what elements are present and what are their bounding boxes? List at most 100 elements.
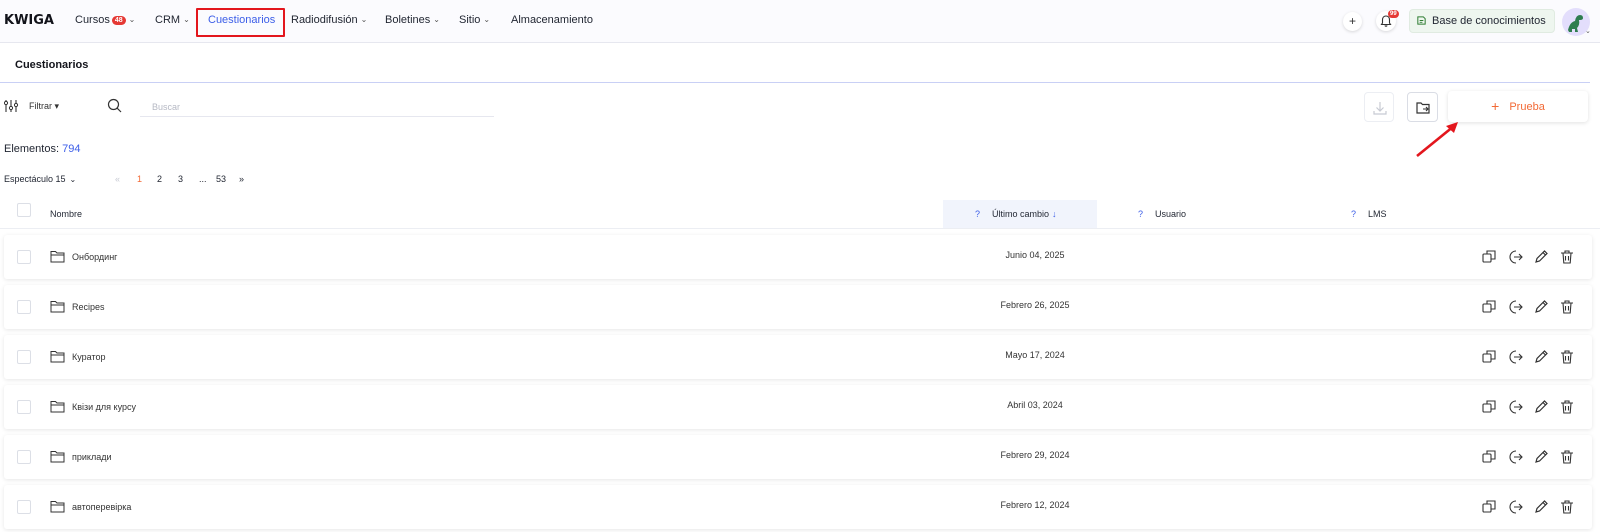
copy-icon[interactable] [1480,348,1498,366]
row-name[interactable]: Recipes [72,302,105,312]
column-header-last-change[interactable]: ? Último cambio ↓ [975,209,1057,219]
column-header-label: Usuario [1155,209,1187,219]
row-name[interactable]: приклади [72,452,111,462]
nav-item-boletines[interactable]: Boletines ⌄ [385,14,440,26]
nav-item-almacenamiento[interactable]: Almacenamiento [511,14,593,26]
download-button[interactable] [1364,92,1394,122]
column-header-lms[interactable]: ? LMS [1351,209,1387,219]
copy-icon[interactable] [1480,298,1498,316]
column-header-name[interactable]: Nombre [50,209,82,219]
row-name[interactable]: Куратор [72,352,106,362]
row-actions [1480,298,1584,321]
row-actions [1480,348,1584,371]
row-checkbox[interactable] [17,350,31,364]
create-quiz-button[interactable]: + Prueba [1448,91,1588,122]
edit-pencil-icon[interactable] [1532,398,1550,416]
move-icon[interactable] [1506,498,1524,516]
search-icon [107,98,122,118]
move-icon[interactable] [1506,298,1524,316]
row-checkbox[interactable] [17,250,31,264]
sort-desc-icon: ↓ [1052,209,1057,219]
move-icon[interactable] [1506,248,1524,266]
row-checkbox[interactable] [17,300,31,314]
table-row[interactable]: Онбординг Junio 04, 2025 [4,235,1592,279]
copy-icon[interactable] [1480,448,1498,466]
edit-pencil-icon[interactable] [1532,448,1550,466]
row-actions [1480,398,1584,421]
row-name[interactable]: Онбординг [72,252,117,262]
row-date: Mayo 17, 2024 [1005,350,1065,360]
move-icon[interactable] [1506,448,1524,466]
table-header-divider [0,228,1600,229]
pagination-prev[interactable]: « [115,174,120,184]
trash-icon[interactable] [1558,348,1576,366]
per-page-label: Espectáculo 15 [4,174,66,184]
app-logo[interactable]: KWIGA [4,13,54,28]
help-icon[interactable]: ? [1138,209,1143,219]
copy-icon[interactable] [1480,498,1498,516]
annotation-arrow-icon [1416,122,1458,158]
move-icon[interactable] [1506,348,1524,366]
column-header-user[interactable]: ? Usuario [1138,209,1186,219]
folder-icon [50,251,65,263]
select-all-checkbox[interactable] [17,203,31,217]
folder-icon [50,501,65,513]
row-checkbox[interactable] [17,400,31,414]
edit-pencil-icon[interactable] [1532,298,1550,316]
row-checkbox[interactable] [17,450,31,464]
trash-icon[interactable] [1558,448,1576,466]
nav-item-cursos[interactable]: Cursos 48 ⌄ [75,14,135,26]
table-row[interactable]: Куратор Mayo 17, 2024 [4,335,1592,379]
chevron-down-icon: ⌄ [69,175,77,184]
edit-pencil-icon[interactable] [1532,248,1550,266]
elements-label: Elementos: [4,143,60,155]
nav-item-label: Sitio [459,14,481,26]
row-date: Febrero 12, 2024 [1000,500,1070,510]
chevron-down-icon: ⌄ [483,15,491,24]
row-date: Febrero 29, 2024 [1000,450,1070,460]
row-checkbox[interactable] [17,500,31,514]
pagination-page-2[interactable]: 2 [157,174,162,184]
pagination-page-1[interactable]: 1 [137,174,142,184]
nav-item-sitio[interactable]: Sitio ⌄ [459,14,490,26]
trash-icon[interactable] [1558,248,1576,266]
edit-pencil-icon[interactable] [1532,348,1550,366]
nav-item-radiodifusion[interactable]: Radiodifusión ⌄ [291,14,367,26]
quick-add-button[interactable]: + [1343,12,1362,31]
move-icon[interactable] [1506,398,1524,416]
help-icon[interactable]: ? [1351,209,1356,219]
filter-sliders-icon[interactable] [3,99,20,118]
per-page-select[interactable]: Espectáculo 15 ⌄ [4,174,76,184]
pagination-page-3[interactable]: 3 [178,174,183,184]
copy-icon[interactable] [1480,248,1498,266]
filter-dropdown[interactable]: Filtrar ▾ [29,101,59,112]
folder-icon [50,351,65,363]
notifications-badge: 99 [1388,10,1399,18]
table-row[interactable]: приклади Febrero 29, 2024 [4,435,1592,479]
edit-pencil-icon[interactable] [1532,498,1550,516]
table-row[interactable]: автоперевірка Febrero 12, 2024 [4,485,1592,529]
trash-icon[interactable] [1558,398,1576,416]
knowledge-base-button[interactable]: Base de conocimientos [1409,9,1555,33]
search-input[interactable] [140,97,494,117]
knowledge-base-label: Base de conocimientos [1432,15,1546,27]
nav-item-label: Almacenamiento [511,14,593,26]
trash-icon[interactable] [1558,298,1576,316]
pagination-next[interactable]: » [239,174,244,184]
trash-icon[interactable] [1558,498,1576,516]
column-header-label: Último cambio [992,209,1050,219]
table-row[interactable]: Recipes Febrero 26, 2025 [4,285,1592,329]
nav-item-crm[interactable]: CRM ⌄ [155,14,190,26]
pagination-page-53[interactable]: 53 [216,174,226,184]
row-actions [1480,448,1584,471]
courses-badge: 48 [111,16,126,25]
chevron-down-icon: ⌄ [433,15,440,24]
copy-icon[interactable] [1480,398,1498,416]
plus-icon: + [1491,98,1500,114]
table-row[interactable]: Квізи для курсу Abril 03, 2024 [4,385,1592,429]
help-icon[interactable]: ? [975,209,980,219]
row-name[interactable]: автоперевірка [72,502,131,512]
elements-summary: Elementos: 794 [4,143,80,155]
page-title: Cuestionarios [15,59,89,71]
row-name[interactable]: Квізи для курсу [72,402,136,412]
